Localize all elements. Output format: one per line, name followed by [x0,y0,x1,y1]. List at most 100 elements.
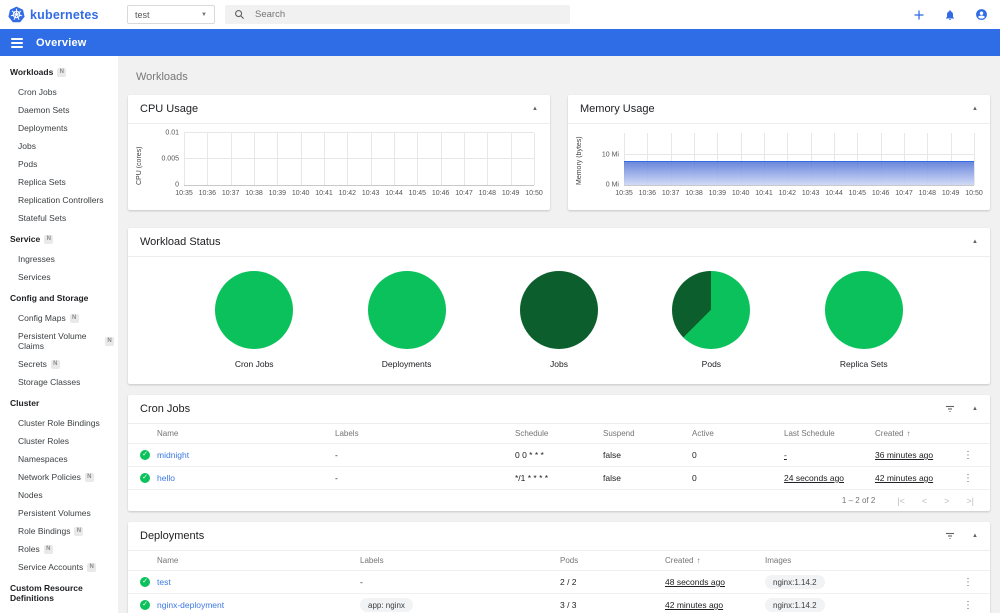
row-actions-kebab-icon[interactable]: ⋮ [958,600,978,611]
brand-text: kubernetes [30,7,99,22]
pie-label: Deployments [381,359,432,369]
sidebar-item-roles[interactable]: Roles N [0,540,118,558]
hamburger-menu-icon[interactable] [11,37,23,48]
memory-usage-card: Memory Usage ▲ Memory (bytes) 10:35 10:36… [568,95,990,210]
sidebar-item-replica-sets[interactable]: Replica Sets [0,173,118,191]
x-axis-tick-label: 10:37 [221,190,240,197]
collapse-icon[interactable]: ▲ [972,239,978,245]
previous-page-icon[interactable]: < [922,496,927,506]
collapse-icon[interactable]: ▲ [532,106,538,112]
grid-vline [300,133,302,185]
filter-icon[interactable] [944,530,956,542]
sidebar-item-cron-jobs[interactable]: Cron Jobs [0,83,118,101]
resource-link[interactable]: midnight [157,450,335,460]
column-header-labels[interactable]: Labels [360,556,560,565]
first-page-icon[interactable]: |< [897,496,905,506]
search-input[interactable] [255,9,561,20]
sidebar-item-ingresses[interactable]: Ingresses [0,250,118,268]
sidebar-item-role-bindings[interactable]: Role Bindings N [0,522,118,540]
pie-label: Replica Sets [839,359,888,369]
row-actions-kebab-icon[interactable]: ⋮ [958,450,978,461]
brand[interactable]: kubernetes [8,0,99,29]
sidebar-item-secrets[interactable]: Secrets N [0,355,118,373]
resource-link[interactable]: test [157,577,360,587]
grid-vline [487,133,489,185]
column-header-name[interactable]: Name [157,556,360,565]
sidebar-item-namespaces[interactable]: Namespaces [0,450,118,468]
column-header-active[interactable]: Active [692,429,784,438]
sidebar-section-config-and-storage[interactable]: Config and Storage [0,286,118,309]
column-header-created[interactable]: Created ↑ [665,556,765,565]
sidebar-item-pods[interactable]: Pods [0,155,118,173]
sidebar-item-label: Storage Classes [18,377,81,387]
x-axis-tick-label: 10:48 [918,190,937,197]
sidebar-item-config-maps[interactable]: Config Maps N [0,309,118,327]
sidebar-item-nodes[interactable]: Nodes [0,486,118,504]
created-value[interactable]: 36 minutes ago [875,450,933,460]
deployments-title: Deployments [140,530,205,542]
y-axis-tick-label: 0 [175,181,179,189]
column-header-suspend[interactable]: Suspend [603,429,692,438]
collapse-icon[interactable]: ▲ [972,106,978,112]
column-header-last-schedule[interactable]: Last Schedule [784,429,875,438]
created-value[interactable]: 48 seconds ago [665,577,725,587]
sidebar-item-cluster-roles[interactable]: Cluster Roles [0,432,118,450]
row-actions-kebab-icon[interactable]: ⋮ [958,577,978,588]
create-plus-icon[interactable] [913,9,925,21]
pie-chart-pods[interactable] [672,271,751,349]
row-actions-kebab-icon[interactable]: ⋮ [958,473,978,484]
resource-link[interactable]: hello [157,473,335,483]
sidebar-item-services[interactable]: Services [0,268,118,286]
created-value[interactable]: 42 minutes ago [875,473,933,483]
namespaced-badge: N [87,562,97,572]
resource-link[interactable]: nginx-deployment [157,600,360,610]
cron-jobs-card: Cron Jobs ▲ Name Labels Schedule Suspend Act… [128,395,990,511]
sidebar-section-service[interactable]: Service N [0,227,118,250]
pie-chart-replica-sets[interactable] [824,271,903,349]
sidebar-item-persistent-volumes[interactable]: Persistent Volumes [0,504,118,522]
cell-images: nginx:1.14.2 [765,575,958,589]
column-header-schedule[interactable]: Schedule [515,429,603,438]
account-icon[interactable] [975,8,988,21]
sidebar-item-jobs[interactable]: Jobs [0,137,118,155]
last_schedule-value[interactable]: - [784,450,787,460]
sidebar-item-network-policies[interactable]: Network Policies N [0,468,118,486]
last_schedule-value[interactable]: 24 seconds ago [784,473,844,483]
sidebar-section-custom-resource-definitions[interactable]: Custom Resource Definitions [0,576,118,609]
sidebar-item-persistent-volume-claims[interactable]: Persistent Volume Claims N [0,327,118,355]
sidebar-item-replication-controllers[interactable]: Replication Controllers [0,191,118,209]
pie-chart-deployments[interactable] [367,271,446,349]
bell-icon[interactable] [944,9,956,21]
filter-icon[interactable] [944,403,956,415]
pie-label: Pods [701,359,722,369]
sidebar-item-daemon-sets[interactable]: Daemon Sets [0,101,118,119]
sidebar-section-workloads[interactable]: Workloads N [0,60,118,83]
namespace-select[interactable]: test ▼ [127,5,215,24]
next-page-icon[interactable]: > [944,496,949,506]
column-header-created[interactable]: Created ↑ [875,429,958,438]
sidebar-item-cluster[interactable]: Cluster [0,609,118,613]
last-page-icon[interactable]: >| [966,496,974,506]
column-header-labels[interactable]: Labels [335,429,515,438]
grid-vline [207,133,209,185]
sidebar-item-deployments[interactable]: Deployments [0,119,118,137]
x-axis-tick-label: 10:38 [245,190,263,197]
collapse-icon[interactable]: ▲ [972,533,978,539]
column-header-images[interactable]: Images [765,556,958,565]
sidebar-section-cluster[interactable]: Cluster [0,391,118,414]
sidebar-item-cluster-role-bindings[interactable]: Cluster Role Bindings [0,414,118,432]
cell-labels: - [360,577,363,587]
search-bar[interactable] [225,5,570,24]
sidebar-item-stateful-sets[interactable]: Stateful Sets [0,209,118,227]
cpu-chart-plot: 10:35 10:36 10:37 10:38 10:39 10:40 10:41 10:42… [161,130,542,198]
namespaced-badge: N [44,234,54,244]
created-value[interactable]: 42 minutes ago [665,600,723,610]
collapse-icon[interactable]: ▲ [972,406,978,412]
sidebar-item-storage-classes[interactable]: Storage Classes [0,373,118,391]
pie-chart-jobs[interactable] [519,271,598,349]
sidebar-item-service-accounts[interactable]: Service Accounts N [0,558,118,576]
x-axis-tick-label: 10:43 [361,190,380,197]
column-header-pods[interactable]: Pods [560,556,665,565]
pie-chart-cron-jobs[interactable] [215,271,294,349]
column-header-name[interactable]: Name [157,429,335,438]
